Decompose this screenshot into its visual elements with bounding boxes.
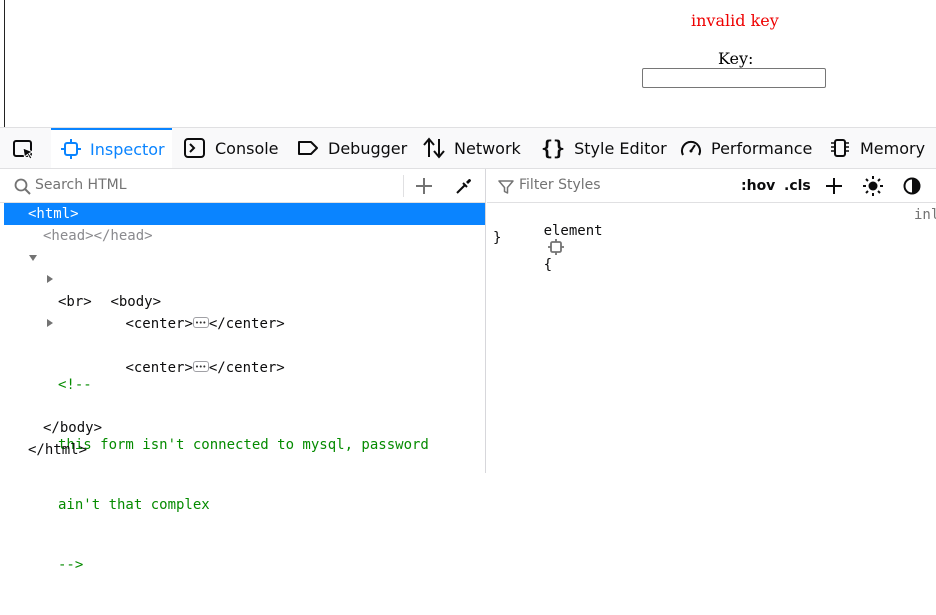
element-rule-header: element { [493, 207, 603, 289]
tree-row-head[interactable]: <head></head> [4, 225, 485, 247]
tab-console-label: Console [215, 138, 279, 158]
tab-performance-label: Performance [711, 138, 813, 158]
body-close-tag: </body> [43, 420, 103, 436]
head-close-tag: </head> [93, 228, 153, 244]
key-label: Key: [718, 49, 754, 68]
tab-network[interactable]: Network [423, 128, 521, 168]
tab-memory[interactable]: Memory [829, 128, 925, 168]
console-icon [184, 138, 205, 158]
tab-memory-label: Memory [860, 138, 926, 158]
style-editor-icon: {} [541, 136, 566, 160]
markup-search-bar: Search HTML [0, 169, 485, 203]
add-rule-icon[interactable] [825, 177, 843, 195]
rules-filter-bar: Filter Styles :hov .cls [487, 169, 936, 203]
light-mode-icon[interactable] [863, 176, 883, 196]
rules-panel: Filter Styles :hov .cls element { inl } [487, 169, 936, 473]
element-picker-icon[interactable] [12, 138, 38, 162]
hov-button[interactable]: :hov [741, 178, 775, 194]
tree-row-html[interactable]: <html> [4, 203, 485, 225]
node-highlight-icon[interactable] [547, 239, 564, 255]
toolbar-separator [403, 175, 404, 197]
tree-row-br[interactable]: <br> [4, 291, 485, 313]
cls-button[interactable]: .cls [784, 178, 811, 194]
head-open-tag: <head> [43, 228, 94, 244]
markup-panel: Search HTML <html> <head></head> <body> … [0, 169, 486, 573]
devtools-panel: Inspector Console Debugger Network {} St… [0, 127, 936, 573]
tab-debugger-label: Debugger [328, 138, 408, 158]
eyedropper-icon[interactable] [454, 176, 474, 196]
tab-style-editor[interactable]: {} Style Editor [541, 128, 667, 168]
key-input[interactable] [642, 68, 826, 88]
tab-performance[interactable]: Performance [680, 128, 812, 168]
tab-console[interactable]: Console [184, 128, 279, 168]
tab-inspector-label: Inspector [90, 139, 165, 159]
tree-row-comment[interactable]: <!-- this form isn't connected to mysql,… [4, 335, 485, 573]
collapse-twisty-icon[interactable] [47, 275, 53, 283]
search-icon [14, 178, 31, 195]
tab-inspector[interactable]: Inspector [51, 128, 172, 168]
html-close-tag: </html> [28, 442, 88, 458]
memory-icon [831, 139, 849, 157]
br-tag: <br> [58, 294, 92, 310]
element-selector: element [543, 223, 603, 239]
filter-icon [498, 180, 514, 194]
filter-styles-input[interactable]: Filter Styles [519, 177, 601, 193]
tree-row-html-close[interactable]: </html> [4, 439, 485, 461]
expand-twisty-icon[interactable] [29, 255, 37, 261]
tree-row-center-2[interactable]: <center></center> [4, 313, 485, 378]
comment-line-2: ain't that complex [58, 497, 210, 513]
network-icon [423, 137, 445, 159]
devtools-toolbar: Inspector Console Debugger Network {} St… [0, 128, 936, 169]
comment-close: --> [58, 557, 84, 573]
dark-mode-icon[interactable] [903, 177, 921, 195]
add-node-icon[interactable] [415, 177, 433, 195]
rule-close-brace: } [493, 230, 502, 246]
tab-debugger[interactable]: Debugger [297, 128, 407, 168]
debugger-icon [298, 141, 318, 155]
performance-icon [681, 140, 701, 156]
rule-source-link[interactable]: inl [914, 207, 936, 223]
inspector-icon [61, 139, 81, 159]
search-html-input[interactable]: Search HTML [35, 177, 127, 193]
comment-open: <!-- [58, 377, 92, 393]
tab-network-label: Network [454, 138, 521, 158]
rule-open-brace: { [543, 257, 553, 273]
tree-row-body-close[interactable]: </body> [4, 417, 485, 439]
tree-row-body[interactable]: <body> [4, 247, 485, 310]
tree-row-center-1[interactable]: <center></center> [4, 269, 485, 334]
tab-style-editor-label: Style Editor [574, 138, 667, 158]
error-message: invalid key [691, 11, 779, 30]
html-open-tag: <html> [28, 206, 79, 222]
collapse-twisty-icon[interactable] [47, 319, 53, 327]
web-page-content: invalid key Key: [4, 0, 936, 127]
